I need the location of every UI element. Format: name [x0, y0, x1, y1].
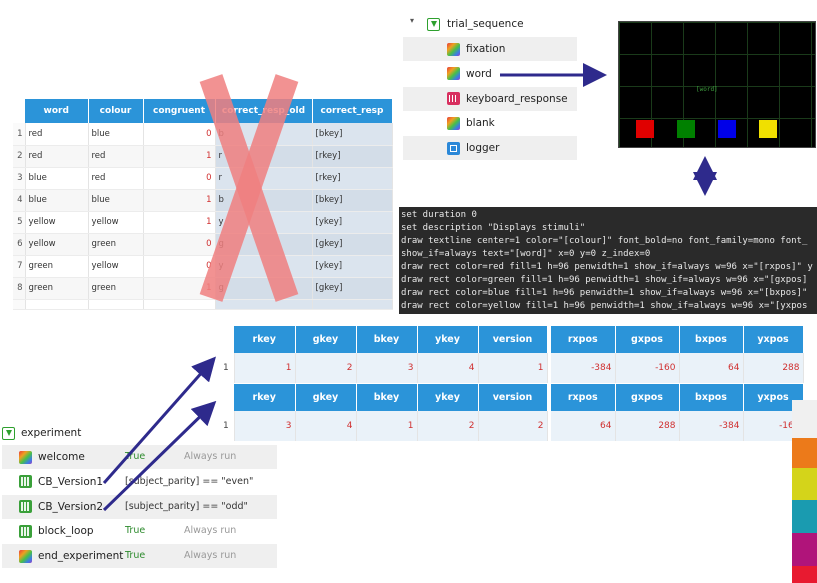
annotation-arrows [102, 63, 717, 512]
